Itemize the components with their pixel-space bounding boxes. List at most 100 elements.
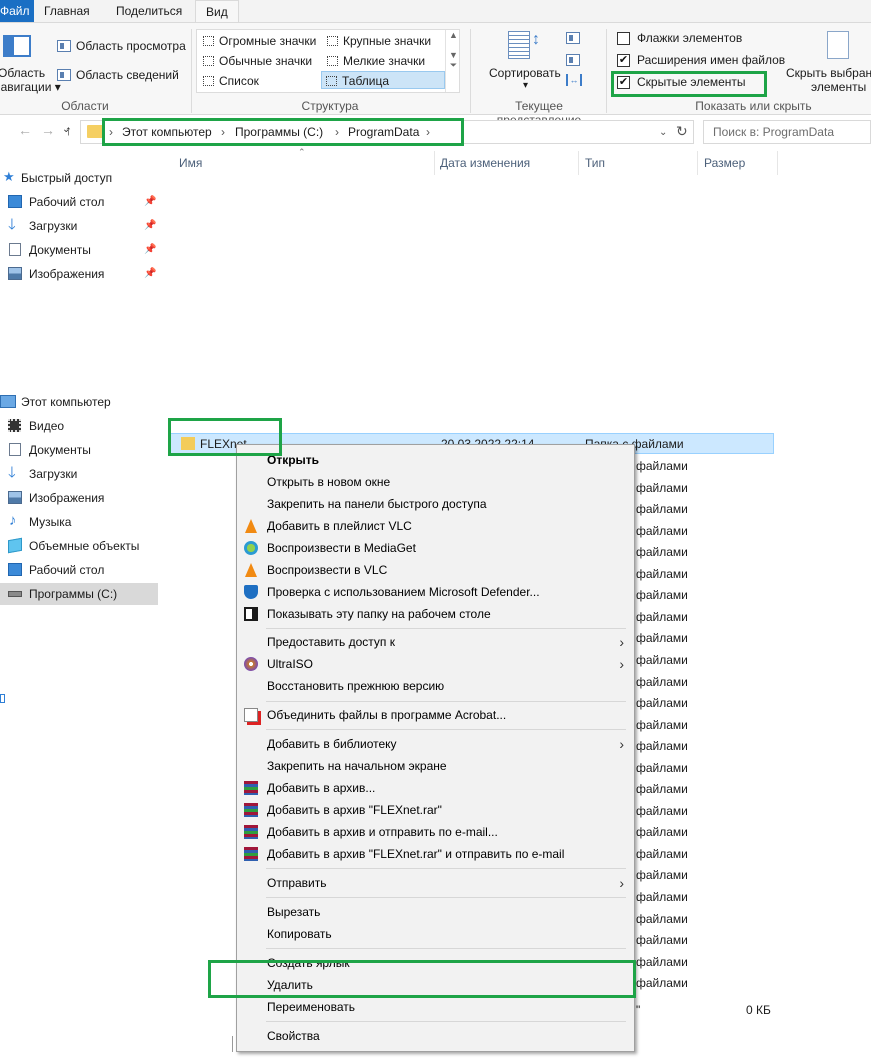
menu-item-add-vlc-playlist[interactable]: Добавить в плейлист VLC [238, 515, 634, 537]
menu-item-play-vlc[interactable]: Воспроизвести в VLC [238, 559, 634, 581]
row-type-partial: файлами [636, 631, 688, 645]
pin-icon[interactable]: 📌 [144, 220, 156, 231]
group-by-icon[interactable] [566, 32, 580, 44]
layout-medium-icons[interactable]: Обычные значки [199, 52, 312, 70]
hide-selected-button-line2[interactable]: элементы [811, 80, 866, 94]
row-type-partial: файлами [636, 696, 688, 710]
menu-item-archive-rar-email[interactable]: Добавить в архив "FLEXnet.rar" и отправи… [238, 843, 634, 865]
file-extensions-checkbox[interactable]: ✔ [617, 54, 630, 67]
layout-details[interactable]: Таблица [321, 71, 445, 89]
menu-item-archive-email[interactable]: Добавить в архив и отправить по e-mail..… [238, 821, 634, 843]
menu-item-rename[interactable]: Переименовать [238, 996, 634, 1018]
layout-large-icons[interactable]: Крупные значки [323, 32, 431, 50]
vlc-cone-icon [245, 519, 257, 533]
hide-selected-button-line1[interactable]: Скрыть выбранные [786, 66, 871, 80]
row-type-partial: файлами [636, 567, 688, 581]
winrar-icon [244, 847, 258, 861]
tab-file[interactable]: Файл [0, 0, 34, 23]
nav-pane-button-line1[interactable]: Область [0, 66, 45, 80]
column-divider[interactable] [777, 151, 778, 175]
tab-view[interactable]: Вид [195, 0, 239, 23]
file-size: 0 КБ [746, 1003, 771, 1017]
document-icon [9, 243, 21, 256]
row-type-partial: файлами [636, 653, 688, 667]
winrar-icon [244, 803, 258, 817]
menu-item-give-access[interactable]: Предоставить доступ к › [238, 631, 634, 653]
layout-gallery: Огромные значки Крупные значки Обычные з… [196, 29, 460, 93]
menu-item-open[interactable]: Открыть [238, 449, 634, 471]
pin-icon[interactable]: 📌 [144, 196, 156, 207]
winrar-icon [244, 825, 258, 839]
menu-item-pin-quick-access[interactable]: Закрепить на панели быстрого доступа [238, 493, 634, 515]
group-label-layout: Структура [301, 99, 359, 113]
menu-item-restore-previous[interactable]: Восстановить прежнюю версию [238, 675, 634, 697]
menu-separator [266, 701, 626, 702]
menu-item-cut[interactable]: Вырезать [238, 901, 634, 923]
back-arrow-icon[interactable]: ← [18, 122, 32, 138]
highlight-hidden-items [611, 71, 767, 97]
menu-item-show-on-desktop[interactable]: Показывать эту папку на рабочем столе [238, 603, 634, 625]
menu-item-pin-start[interactable]: Закрепить на начальном экране [238, 755, 634, 777]
column-divider[interactable] [578, 151, 579, 175]
tab-home[interactable]: Главная [34, 0, 100, 23]
pin-icon[interactable]: 📌 [144, 268, 156, 279]
layout-gallery-scroll[interactable]: ▲ ▼ ⏷ [445, 30, 461, 92]
column-header-size[interactable]: Размер [704, 156, 745, 170]
ribbon-divider [191, 29, 192, 113]
forward-arrow-icon[interactable]: → [41, 122, 55, 138]
address-dropdown-icon[interactable]: ⌄ [659, 127, 667, 138]
desktop-icon [8, 195, 22, 208]
file-extensions-label[interactable]: Расширения имен файлов [637, 53, 785, 67]
row-type-partial: файлами [636, 675, 688, 689]
layout-list[interactable]: Список [199, 72, 259, 90]
pin-icon[interactable]: 📌 [144, 244, 156, 255]
group-label-show-hide: Показать или скрыть [695, 99, 812, 113]
menu-item-defender-scan[interactable]: Проверка с использованием Microsoft Defe… [238, 581, 634, 603]
details-pane-button[interactable]: Область сведений [76, 68, 179, 82]
menu-item-add-archive-rar[interactable]: Добавить в архив "FLEXnet.rar" [238, 799, 634, 821]
network-icon[interactable] [0, 694, 5, 703]
fit-columns-icon[interactable]: ↔ [566, 74, 582, 86]
nav-pc-drive-c[interactable]: Программы (C:) [0, 583, 158, 605]
menu-item-copy[interactable]: Копировать [238, 923, 634, 945]
preview-pane-button[interactable]: Область просмотра [76, 39, 186, 53]
layout-small-icons[interactable]: Мелкие значки [323, 52, 425, 70]
add-columns-icon[interactable] [566, 54, 580, 66]
column-divider[interactable] [697, 151, 698, 175]
menu-item-send-to[interactable]: Отправить › [238, 872, 634, 894]
menu-item-add-archive[interactable]: Добавить в архив... [238, 777, 634, 799]
up-arrow-icon[interactable]: ↑ [65, 122, 72, 138]
row-type-partial: файлами [636, 890, 688, 904]
item-checkboxes-label[interactable]: Флажки элементов [637, 31, 742, 45]
sort-dropdown-icon[interactable]: ▾ [523, 80, 528, 91]
document-icon [9, 443, 21, 456]
menu-item-ultraiso[interactable]: UltraISO › [238, 653, 634, 675]
tab-share[interactable]: Поделиться [106, 0, 192, 23]
column-header-date[interactable]: Дата изменения [440, 156, 530, 170]
layout-extra-large-icons[interactable]: Огромные значки [199, 32, 316, 50]
search-box[interactable]: Поиск в: ProgramData [703, 120, 871, 144]
row-type-partial: файлами [636, 912, 688, 926]
menu-item-add-to-library[interactable]: Добавить в библиотеку › [238, 733, 634, 755]
cube-icon [8, 537, 22, 554]
menu-item-properties[interactable]: Свойства [238, 1025, 634, 1047]
menu-item-play-mediaget[interactable]: Воспроизвести в MediaGet [238, 537, 634, 559]
search-input[interactable]: Поиск в: ProgramData [713, 125, 834, 139]
nav-pane-button-line2[interactable]: навигации ▾ [0, 80, 61, 94]
preview-pane-icon [57, 40, 71, 52]
sort-button[interactable]: Сортировать [489, 66, 561, 80]
column-divider[interactable] [434, 151, 435, 175]
row-type-partial: файлами [636, 804, 688, 818]
desktop-icon [8, 563, 22, 576]
shield-icon [244, 585, 258, 599]
menu-item-open-new-window[interactable]: Открыть в новом окне [238, 471, 634, 493]
refresh-icon[interactable]: ↻ [676, 123, 688, 140]
menu-item-acrobat-combine[interactable]: Объединить файлы в программе Acrobat... [238, 704, 634, 726]
ribbon-tab-bar: Файл Главная Поделиться Вид [0, 0, 871, 23]
drive-icon [8, 591, 22, 597]
column-header-type[interactable]: Тип [585, 156, 605, 170]
item-checkboxes-checkbox[interactable] [617, 32, 630, 45]
column-header-name[interactable]: Имя [179, 156, 202, 170]
row-type-partial: файлами [636, 545, 688, 559]
row-type-partial: файлами [636, 524, 688, 538]
